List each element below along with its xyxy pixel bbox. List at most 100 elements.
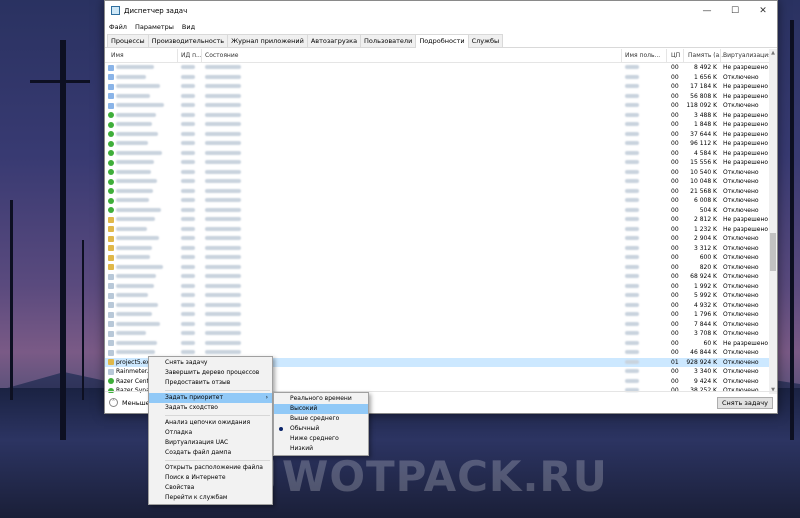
menu-item[interactable]: Свойства [149, 483, 272, 493]
table-row[interactable]: 00 820 K Отключено [105, 263, 769, 273]
process-name-redacted [116, 235, 159, 242]
table-row[interactable]: 00 68 924 K Отключено [105, 272, 769, 282]
menu-item[interactable]: Обычный [274, 424, 368, 434]
tab-startup[interactable]: Автозагрузка [306, 34, 362, 47]
maximize-button[interactable]: ☐ [721, 1, 749, 20]
table-row[interactable]: 00 1 992 K Отключено [105, 282, 769, 292]
menu-item-label: Поиск в Интернете [165, 474, 226, 481]
table-row[interactable]: 00 118 092 K Отключено [105, 101, 769, 111]
menu-item[interactable]: Завершить дерево процессов [149, 368, 272, 378]
menu-item[interactable]: Низкий [274, 444, 368, 454]
table-row[interactable]: 00 96 112 K Не разрешено [105, 139, 769, 149]
process-user-redacted [625, 197, 639, 204]
menu-item[interactable]: Виртуализация UAC [149, 438, 272, 448]
tab-bar: Процессы Производительность Журнал прило… [105, 34, 777, 48]
menu-options[interactable]: Параметры [135, 23, 174, 31]
menu-item[interactable]: Предоставить отзыв [149, 378, 272, 388]
table-row[interactable]: 00 1 848 K Не разрешено [105, 120, 769, 130]
column-header-pid[interactable]: ИД п... [181, 52, 202, 59]
table-row[interactable]: 00 10 540 K Отключено [105, 168, 769, 178]
table-row[interactable]: 00 6 008 K Отключено [105, 196, 769, 206]
table-row[interactable]: 00 17 184 K Не разрешено [105, 82, 769, 92]
column-header-cpu[interactable]: ЦП [671, 52, 680, 59]
process-memory: 504 K [699, 206, 717, 214]
menu-item[interactable]: Снять задачу [149, 358, 272, 368]
table-row[interactable]: 00 10 048 K Отключено [105, 177, 769, 187]
table-row[interactable]: 00 56 808 K Не разрешено [105, 92, 769, 102]
scroll-up-arrow-icon[interactable]: ▲ [769, 49, 777, 57]
menu-item[interactable]: Отладка [149, 428, 272, 438]
process-icon [108, 131, 114, 137]
menu-item[interactable]: Поиск в Интернете [149, 473, 272, 483]
column-header-user[interactable]: Имя поль... [625, 52, 660, 59]
table-row[interactable]: 00 3 312 K Отключено [105, 244, 769, 254]
process-icon [108, 83, 114, 90]
process-name-redacted [116, 273, 156, 280]
fewer-details-button[interactable]: ⌃ Меньше [109, 398, 150, 407]
end-task-button[interactable]: Снять задачу [717, 397, 773, 409]
process-icon [108, 159, 114, 166]
menu-item[interactable]: Создать файл дампа [149, 448, 272, 458]
menu-file[interactable]: Файл [109, 23, 127, 31]
power-pole [790, 20, 794, 440]
close-button[interactable]: ✕ [749, 1, 777, 20]
table-row[interactable]: 00 1 796 K Отключено [105, 310, 769, 320]
menu-item[interactable]: Перейти к службам [149, 493, 272, 503]
table-row[interactable]: 00 3 708 K Отключено [105, 329, 769, 339]
table-row[interactable]: 00 5 992 K Отключено [105, 291, 769, 301]
menu-item[interactable]: Анализ цепочки ожидания [149, 418, 272, 428]
table-row[interactable]: 00 600 K Отключено [105, 253, 769, 263]
process-name-redacted [116, 321, 160, 328]
vertical-scrollbar[interactable]: ▲ ▼ [769, 49, 777, 394]
table-row[interactable]: 00 15 556 K Не разрешено [105, 158, 769, 168]
process-icon [108, 216, 114, 223]
power-pole-crossbar [30, 80, 90, 83]
table-row[interactable]: 00 8 492 K Не разрешено [105, 63, 769, 73]
tab-services[interactable]: Службы [467, 34, 504, 47]
menu-item[interactable]: Выше среднего [274, 414, 368, 424]
tab-processes[interactable]: Процессы [107, 34, 149, 47]
table-row[interactable]: 00 2 812 K Не разрешено [105, 215, 769, 225]
process-virtualization: Отключено [723, 358, 759, 366]
wind-turbine [82, 240, 84, 400]
column-header-status[interactable]: Состояние [205, 52, 238, 59]
table-row[interactable]: 00 4 932 K Отключено [105, 301, 769, 311]
table-row[interactable]: 00 1 656 K Отключено [105, 73, 769, 83]
table-row[interactable]: 00 21 568 K Отключено [105, 187, 769, 197]
column-header-name[interactable]: Имя [111, 52, 124, 59]
process-status-redacted [205, 302, 241, 309]
table-row[interactable]: 00 7 844 K Отключено [105, 320, 769, 330]
title-bar[interactable]: Диспетчер задач — ☐ ✕ [105, 1, 777, 20]
table-row[interactable]: 00 2 904 K Отключено [105, 234, 769, 244]
process-virtualization: Отключено [723, 320, 759, 328]
table-row[interactable]: 00 37 644 K Не разрешено [105, 130, 769, 140]
process-virtualization: Отключено [723, 301, 759, 309]
process-name-redacted [116, 150, 162, 157]
table-row[interactable]: 00 504 K Отключено [105, 206, 769, 216]
process-name-redacted [116, 188, 153, 195]
process-status-redacted [205, 216, 241, 223]
menu-view[interactable]: Вид [182, 23, 195, 31]
table-row[interactable]: 00 3 488 K Не разрешено [105, 111, 769, 121]
tab-users[interactable]: Пользователи [360, 34, 417, 47]
tab-app-history[interactable]: Журнал приложений [227, 34, 308, 47]
table-row[interactable]: 00 60 K Не разрешено [105, 339, 769, 349]
menu-item[interactable]: Ниже среднего [274, 434, 368, 444]
tab-details[interactable]: Подробности [415, 34, 469, 48]
process-virtualization: Не разрешено [723, 216, 769, 223]
tab-performance[interactable]: Производительность [147, 34, 229, 47]
column-header-virtualization[interactable]: Виртуализация [723, 52, 772, 59]
menu-item-label: Анализ цепочки ожидания [165, 419, 251, 426]
menu-item[interactable]: Задать сходство [149, 403, 272, 413]
table-row[interactable]: 00 4 584 K Не разрешено [105, 149, 769, 159]
process-icon [108, 178, 114, 185]
process-user-redacted [625, 159, 639, 166]
minimize-button[interactable]: — [693, 1, 721, 20]
menu-item[interactable]: Реального времени [274, 394, 368, 404]
scroll-thumb[interactable] [770, 233, 776, 271]
menu-item[interactable]: Высокий [274, 404, 368, 414]
process-cpu: 00 [671, 111, 679, 119]
menu-item[interactable]: Задать приоритет › [149, 393, 272, 403]
table-row[interactable]: 00 1 232 K Не разрешено [105, 225, 769, 235]
menu-item[interactable]: Открыть расположение файла [149, 463, 272, 473]
